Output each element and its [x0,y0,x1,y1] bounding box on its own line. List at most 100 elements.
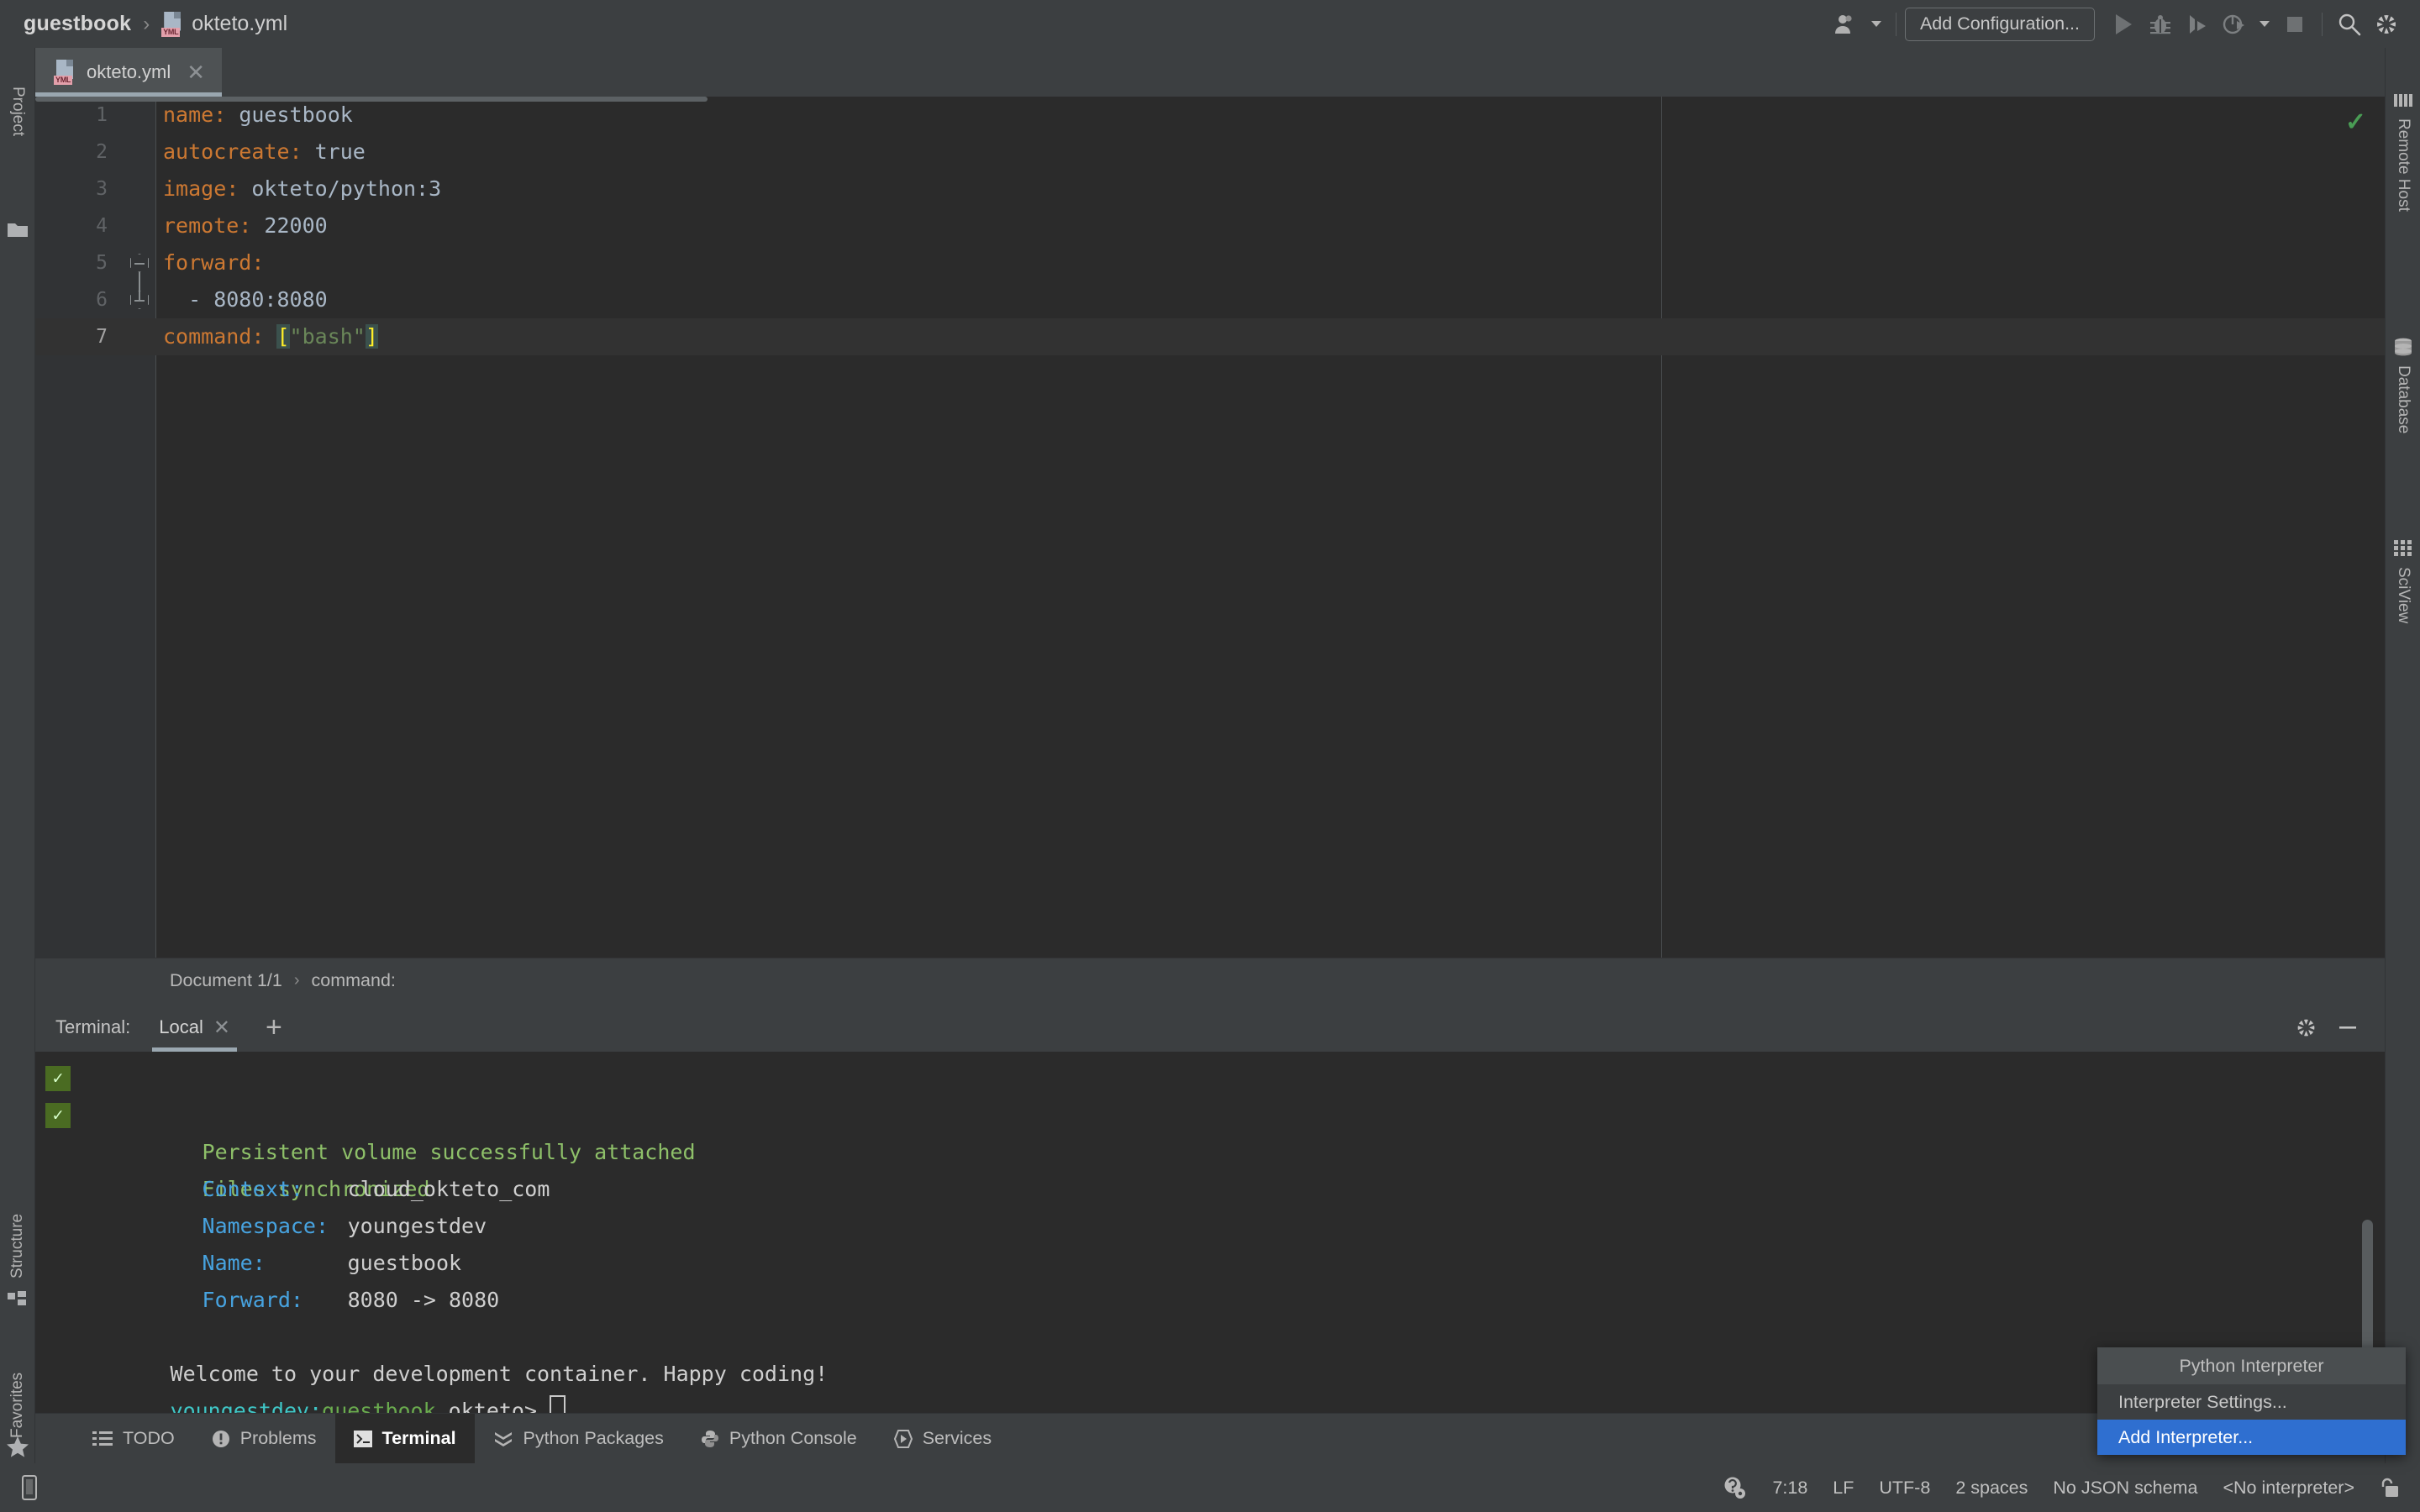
breadcrumb-separator: › [143,12,150,35]
tab-label: Services [922,1428,992,1448]
yml-badge-label-tab: YML [54,76,73,85]
editor-column: YML okteto.yml ✕ ✓ 1 name: guestbook 2 a… [35,48,2385,1464]
sidebar-item-sciview[interactable]: SciView [2386,567,2420,689]
unlocked-padlock-icon[interactable] [2380,1476,2400,1499]
python-console-icon [701,1430,719,1448]
tab-todo[interactable]: TODO [74,1414,193,1464]
device-icon[interactable] [18,1475,40,1500]
yaml-value-6: - 8080:8080 [163,287,328,312]
terminal-line-2: ✓ Files synchronized [45,1097,2385,1201]
terminal-cursor [550,1395,566,1413]
popup-header: Python Interpreter [2097,1347,2406,1384]
stop-icon[interactable] [2276,6,2313,43]
terminal-prompt-path: guestbook [322,1399,436,1413]
indent-setting[interactable]: 2 spaces [1955,1478,2028,1499]
breadcrumb-file[interactable]: okteto.yml [192,12,287,36]
bracket-open: [ [276,324,290,349]
code-editor[interactable]: ✓ 1 name: guestbook 2 autocreate: true 3… [35,97,2385,958]
gear-icon[interactable] [2368,6,2405,43]
line-separator[interactable]: LF [1833,1478,1854,1499]
yaml-key-1: name [163,102,214,127]
tab-label: Python Console [729,1428,857,1448]
close-icon[interactable]: ✕ [213,1016,230,1040]
popup-item-interpreter-settings[interactable]: Interpreter Settings... [2097,1384,2406,1420]
line-number: 6 [96,289,108,311]
search-icon[interactable] [2331,6,2368,43]
yaml-colon-3: : [226,176,239,201]
tab-problems[interactable]: Problems [193,1414,335,1464]
terminal-title: Terminal: [55,1016,131,1037]
problems-icon [212,1430,230,1448]
editor-tab-label: okteto.yml [87,61,171,82]
yaml-key-4: remote [163,213,239,238]
terminal-prompt-user: youngestdev [170,1399,310,1413]
terminal-prompt-symbol: okteto> [435,1399,538,1413]
terminal-scrollbar[interactable] [2362,1220,2373,1362]
breadcrumb-document[interactable]: Document 1/1 [170,970,282,991]
plus-icon[interactable]: + [266,1013,282,1042]
minimize-icon[interactable] [2329,1009,2366,1046]
event-log-icon[interactable] [1722,1475,1747,1500]
user-dropdown-icon[interactable] [1865,6,1887,43]
terminal-header: Terminal: Local ✕ + [35,1003,2385,1052]
terminal-prompt-colon: : [309,1399,323,1413]
close-icon[interactable]: ✕ [187,61,205,83]
yaml-colon-5: : [251,250,265,275]
editor-tab-okteto-yml[interactable]: YML okteto.yml ✕ [35,48,224,97]
tab-python-console[interactable]: Python Console [682,1414,876,1464]
run-config-dropdown-icon[interactable] [2253,6,2276,43]
tab-terminal[interactable]: Terminal [334,1413,475,1464]
editor-tab-bar: YML okteto.yml ✕ [35,48,2385,97]
line-number: 5 [96,252,108,274]
user-account-icon[interactable] [1828,6,1865,43]
run-with-coverage-icon[interactable] [2179,6,2216,43]
code-line-5: 5 forward: [35,244,2385,281]
caret-position[interactable]: 7:18 [1772,1478,1807,1499]
run-icon[interactable] [2105,6,2142,43]
code-line-6: 6 - 8080:8080 [35,281,2385,318]
json-schema-status[interactable]: No JSON schema [2053,1478,2197,1499]
tab-python-packages[interactable]: Python Packages [475,1414,682,1464]
tab-label: Terminal [381,1428,456,1448]
terminal-output[interactable]: ✓ Persistent volume successfully attache… [35,1052,2385,1413]
yaml-value-2: true [302,139,366,164]
terminal-tab-local[interactable]: Local ✕ [152,1003,237,1052]
success-check-badge: ✓ [45,1103,71,1128]
gear-icon[interactable] [2287,1009,2324,1046]
sidebar-item-remote-host[interactable]: Remote Host [2386,118,2420,312]
yml-badge-label: YML [161,27,181,37]
terminal-prompt-line[interactable]: youngestdev:guestbook okteto> [44,1356,2385,1413]
yaml-value-3: okteto/python:3 [239,176,442,201]
terminal-tab-label: Local [159,1016,203,1037]
tab-label: TODO [123,1428,175,1448]
window-breadcrumb: guestbook › YML okteto.yml [24,11,287,37]
yaml-colon-4: : [239,213,252,238]
python-interpreter-popup: Python Interpreter Interpreter Settings.… [2097,1347,2406,1455]
tab-services[interactable]: Services [876,1414,1010,1464]
python-packages-icon [493,1430,513,1448]
sidebar-item-project[interactable]: Project [0,87,35,229]
sidebar-label-sciview: SciView [2395,567,2412,624]
line-number: 4 [96,215,108,237]
sidebar-item-structure[interactable]: Structure [0,1110,35,1278]
interpreter-status[interactable]: <No interpreter> [2223,1478,2354,1499]
breadcrumb-project[interactable]: guestbook [24,12,131,36]
sciview-grid-icon [2393,539,2413,558]
yaml-key-3: image [163,176,227,201]
popup-item-add-interpreter[interactable]: Add Interpreter... [2097,1420,2406,1455]
debug-bug-icon[interactable] [2142,6,2179,43]
fold-marker-forward-end[interactable] [130,291,149,309]
sidebar-item-favorites[interactable]: Favorites [0,1291,35,1438]
file-encoding[interactable]: UTF-8 [1879,1478,1930,1499]
editor-breadcrumb-bar: Document 1/1 › command: [35,958,2385,1003]
add-configuration-button[interactable]: Add Configuration... [1904,7,2095,41]
sidebar-item-database[interactable]: Database [2386,365,2420,512]
fold-marker-forward[interactable] [130,254,149,272]
terminal-line-3: Context: cloud_okteto_com [76,1134,2385,1201]
yaml-value-4: 22000 [251,213,328,238]
breadcrumb-node[interactable]: command: [312,970,396,991]
terminal-line-1: ✓ Persistent volume successfully attache… [45,1060,2385,1164]
chevron-down-icon [1870,21,1881,27]
profile-icon[interactable] [2216,6,2253,43]
